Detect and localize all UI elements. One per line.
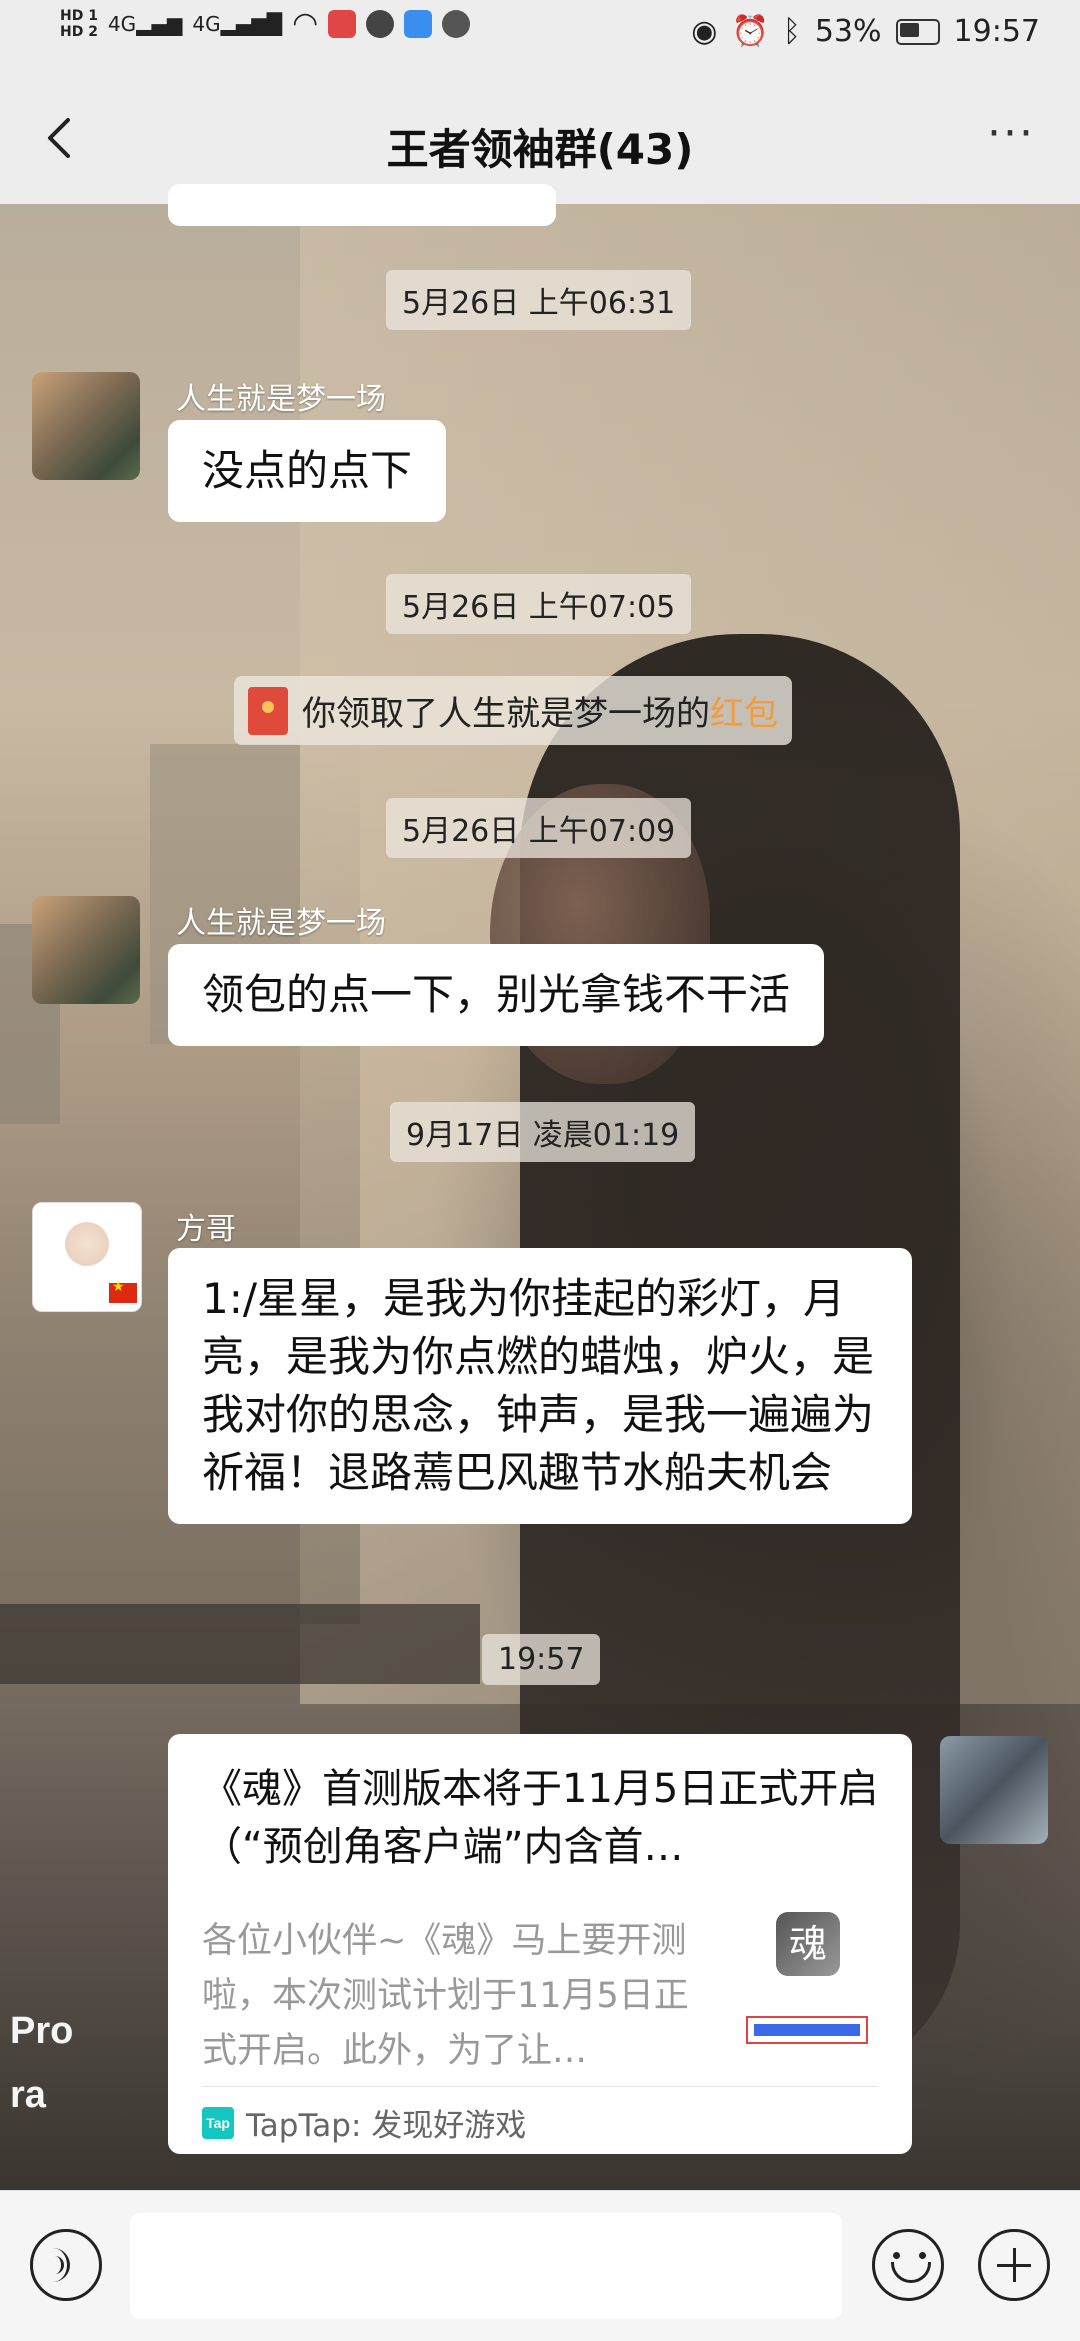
status-bar: HD 1 HD 2 4G▂▄▆ 4G▂▄▆█ ◠ ◉ ⏰ ᛒ 53% 19:57 — [0, 0, 1080, 76]
red-packet-system-message[interactable]: 你领取了人生就是梦一场的红包 — [234, 676, 792, 745]
message-input[interactable] — [130, 2213, 842, 2319]
my-avatar[interactable] — [940, 1736, 1048, 1844]
status-left: HD 1 HD 2 4G▂▄▆ 4G▂▄▆█ ◠ — [60, 6, 471, 41]
wechat-notification-icon — [442, 9, 471, 38]
battery-icon — [895, 18, 940, 45]
card-source-text: TapTap: 发现好游戏 — [246, 2108, 527, 2144]
taptap-icon: Tap — [202, 2106, 234, 2139]
cloud-notification-icon — [404, 9, 433, 38]
message-bubble[interactable]: 领包的点一下，别光拿钱不干活 — [168, 944, 825, 1046]
card-thumbnail: 魂 — [736, 1912, 882, 2060]
game-logo-icon: 魂 — [776, 1912, 840, 1976]
system-message-text: 你领取了人生就是梦一场的红包 — [302, 686, 778, 735]
alarm-icon: ⏰ — [731, 14, 769, 49]
card-description: 各位小伙伴~《魂》马上要开测啦，本次测试计划于11月5日正式开启。此外，为了让… — [202, 1921, 689, 2071]
bluetooth-icon: ᛒ — [782, 14, 801, 49]
timestamp: 9月17日 凌晨01:19 — [390, 1102, 696, 1162]
sim-labels: HD 1 HD 2 — [60, 8, 98, 40]
clock-time: 19:57 — [953, 14, 1040, 49]
red-packet-link[interactable]: 红包 — [710, 694, 778, 734]
timestamp: 5月26日 上午06:31 — [386, 270, 692, 330]
status-right: ◉ ⏰ ᛒ 53% 19:57 — [691, 14, 1040, 49]
thumbnail-button-image — [746, 2016, 868, 2044]
sender-name: 方哥 — [176, 1212, 236, 1247]
timestamp: 5月26日 上午07:05 — [386, 574, 692, 634]
input-bar — [0, 2190, 1080, 2341]
system-message-main: 你领取了人生就是梦一场的 — [302, 694, 710, 734]
wifi-icon: ◠ — [292, 6, 319, 41]
message-notification-icon — [366, 9, 395, 38]
message-bubble[interactable]: 1:/星星，是我为你挂起的彩灯，月亮，是我为你点燃的蜡烛，炉火，是我对你的思念，… — [168, 1248, 912, 1524]
card-source: Tap TapTap: 发现好游戏 — [202, 2100, 526, 2145]
emoji-button[interactable] — [872, 2229, 944, 2301]
card-title: 《魂》首测版本将于11月5日正式开启（“预创角客户端”内含首… — [202, 1766, 879, 1870]
card-divider — [202, 2086, 878, 2087]
more-dots-icon: ··· — [987, 108, 1035, 159]
more-options-button[interactable]: ··· — [976, 112, 1046, 166]
app-notification-red-icon — [328, 9, 357, 38]
signal-1-label: 4G — [107, 11, 137, 36]
sim-1-label: HD 1 — [60, 7, 98, 24]
chat-message-list[interactable]: 5月26日 上午06:31 人生就是梦一场 没点的点下 5月26日 上午07:0… — [0, 184, 1080, 2190]
red-packet-icon — [248, 686, 288, 735]
eye-icon: ◉ — [691, 14, 718, 49]
previous-message-bubble[interactable] — [168, 184, 556, 226]
china-flag-icon — [109, 1279, 137, 1303]
chat-title: 王者领袖群(43) — [386, 125, 694, 174]
battery-percent: 53% — [814, 14, 882, 49]
signal-1-icon: 4G▂▄▆ — [107, 11, 183, 36]
avatar[interactable] — [32, 372, 140, 480]
link-share-card[interactable]: 《魂》首测版本将于11月5日正式开启（“预创角客户端”内含首… 各位小伙伴~《魂… — [168, 1734, 912, 2154]
avatar[interactable] — [32, 896, 140, 1004]
avatar[interactable] — [32, 1202, 142, 1312]
signal-2-icon: 4G▂▄▆█ — [192, 11, 283, 36]
sender-name: 人生就是梦一场 — [176, 382, 386, 417]
timestamp: 19:57 — [482, 1634, 601, 1685]
sim-2-label: HD 2 — [60, 23, 98, 40]
message-bubble[interactable]: 没点的点下 — [168, 420, 447, 522]
voice-input-button[interactable] — [30, 2229, 102, 2301]
more-actions-button[interactable] — [978, 2229, 1050, 2301]
signal-2-label: 4G — [192, 11, 221, 36]
sender-name: 人生就是梦一场 — [176, 906, 386, 941]
timestamp: 5月26日 上午07:09 — [386, 798, 692, 858]
